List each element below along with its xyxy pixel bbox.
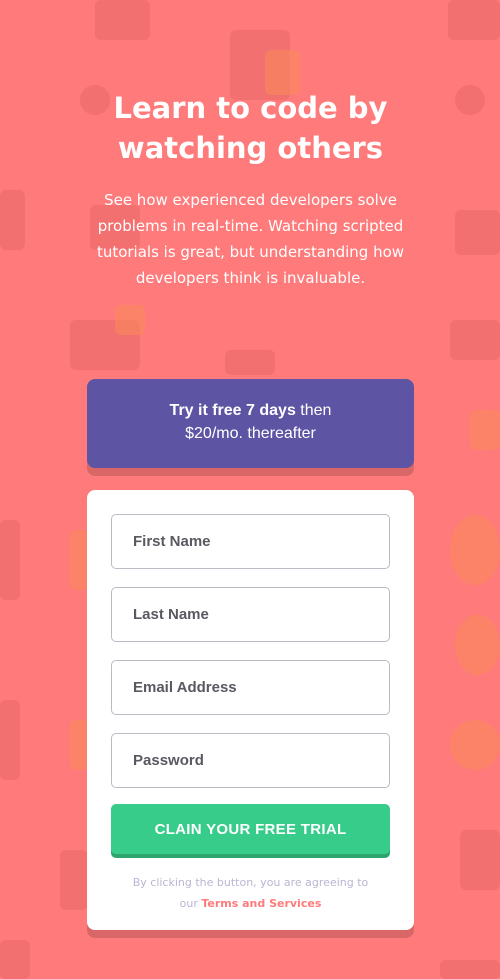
terms-link[interactable]: Terms and Services (201, 897, 321, 910)
terms-our: our (179, 897, 202, 910)
page-description: See how experienced developers solve pro… (96, 191, 405, 287)
terms-prefix: By clicking the button, you are agreeing… (132, 876, 369, 889)
promo-banner: Try it free 7 days then $20/mo. thereaft… (87, 379, 414, 468)
password-field[interactable] (111, 733, 390, 788)
first-name-input[interactable] (131, 532, 389, 551)
first-name-field[interactable] (111, 514, 390, 569)
last-name-input[interactable] (131, 605, 389, 624)
terms-notice: By clicking the button, you are agreeing… (111, 872, 390, 914)
claim-trial-button[interactable]: CLAIN YOUR FREE TRIAL (111, 804, 390, 854)
email-field[interactable] (111, 660, 390, 715)
last-name-field[interactable] (111, 587, 390, 642)
promo-text-1: then (295, 402, 332, 419)
signup-form: CLAIN YOUR FREE TRIAL By clicking the bu… (87, 490, 414, 930)
password-input[interactable] (131, 751, 389, 770)
email-input[interactable] (131, 678, 389, 697)
page-title: Learn to code by watching others (113, 91, 388, 165)
promo-highlight: Try it free 7 days (169, 402, 296, 419)
promo-text-2: $20/mo. thereafter (185, 425, 316, 442)
